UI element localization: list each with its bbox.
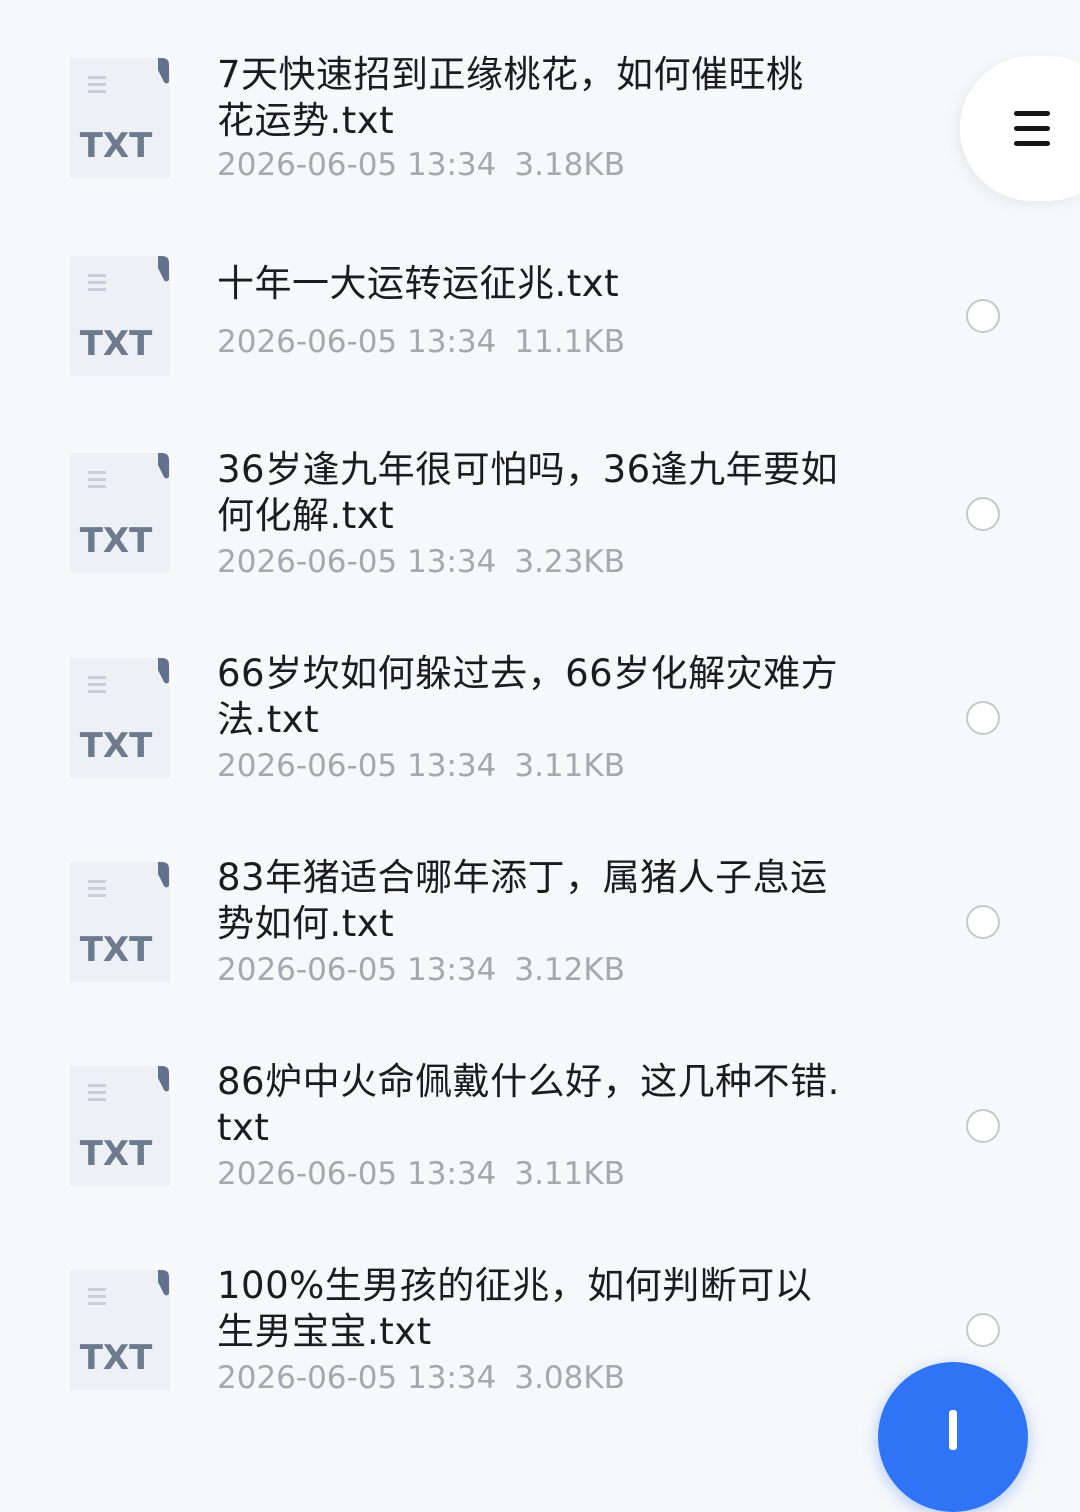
txt-badge-label: TXT	[80, 126, 153, 166]
file-date: 2026-06-05 13:34	[217, 544, 497, 580]
file-date: 2026-06-05 13:34	[217, 748, 497, 784]
file-meta: 2026-06-05 13:34 3.11KB	[217, 748, 625, 784]
file-list-item[interactable]: TXT 83年猪适合哪年添丁，属猪人子息运 势如何.txt 2026-06-05…	[0, 814, 1080, 1018]
file-title: 36岁逢九年很可怕吗，36逢九年要如 何化解.txt	[217, 448, 839, 537]
txt-badge-label: TXT	[80, 521, 153, 561]
file-list-item[interactable]: TXT 36岁逢九年很可怕吗，36逢九年要如 何化解.txt 2026-06-0…	[0, 405, 1080, 610]
file-date: 2026-06-05 13:34	[217, 324, 497, 360]
file-size: 11.1KB	[514, 324, 625, 360]
select-radio[interactable]	[966, 905, 1000, 939]
file-list-item[interactable]: TXT 十年一大运转运征兆.txt 2026-06-05 13:34 11.1KB	[0, 205, 1080, 405]
file-size: 3.23KB	[514, 544, 625, 580]
file-date: 2026-06-05 13:34	[217, 952, 497, 988]
file-meta: 2026-06-05 13:34 3.23KB	[217, 544, 625, 580]
txt-badge-label: TXT	[80, 930, 153, 970]
txt-file-icon: TXT	[70, 256, 170, 376]
file-meta: 2026-06-05 13:34 3.08KB	[217, 1360, 625, 1396]
txt-file-icon: TXT	[70, 1066, 170, 1186]
txt-file-icon: TXT	[70, 453, 170, 573]
file-size: 3.08KB	[514, 1360, 625, 1396]
select-radio[interactable]	[966, 1313, 1000, 1347]
file-list: TXT 7天快速招到正缘桃花，如何催旺桃 花运势.txt 2026-06-05 …	[0, 0, 1080, 1423]
file-size: 3.11KB	[514, 1156, 625, 1192]
hamburger-menu-icon[interactable]	[1014, 111, 1050, 147]
file-title: 86炉中火命佩戴什么好，这几种不错. txt	[217, 1060, 840, 1149]
file-date: 2026-06-05 13:34	[217, 147, 497, 183]
txt-file-icon: TXT	[70, 658, 170, 778]
file-date: 2026-06-05 13:34	[217, 1360, 497, 1396]
file-title: 66岁坎如何躲过去，66岁化解灾难方 法.txt	[217, 652, 839, 741]
file-title: 100%生男孩的征兆，如何判断可以 生男宝宝.txt	[217, 1264, 813, 1353]
file-size: 3.12KB	[514, 952, 625, 988]
file-title: 83年猪适合哪年添丁，属猪人子息运 势如何.txt	[217, 856, 828, 945]
file-size: 3.18KB	[514, 147, 625, 183]
file-meta: 2026-06-05 13:34 3.12KB	[217, 952, 625, 988]
txt-badge-label: TXT	[80, 1338, 153, 1378]
select-radio[interactable]	[966, 497, 1000, 531]
txt-badge-label: TXT	[80, 1134, 153, 1174]
file-date: 2026-06-05 13:34	[217, 1156, 497, 1192]
txt-badge-label: TXT	[80, 726, 153, 766]
txt-file-icon: TXT	[70, 862, 170, 982]
select-radio[interactable]	[966, 1109, 1000, 1143]
file-meta: 2026-06-05 13:34 3.11KB	[217, 1156, 625, 1192]
txt-file-icon: TXT	[70, 1270, 170, 1390]
file-list-item[interactable]: TXT 66岁坎如何躲过去，66岁化解灾难方 法.txt 2026-06-05 …	[0, 610, 1080, 814]
plus-icon	[949, 1410, 957, 1450]
file-meta: 2026-06-05 13:34 11.1KB	[217, 324, 625, 360]
file-size: 3.11KB	[514, 748, 625, 784]
select-radio[interactable]	[966, 299, 1000, 333]
add-button[interactable]	[878, 1362, 1028, 1512]
txt-file-icon: TXT	[70, 58, 170, 178]
file-title: 十年一大运转运征兆.txt	[217, 262, 620, 305]
file-list-item[interactable]: TXT 7天快速招到正缘桃花，如何催旺桃 花运势.txt 2026-06-05 …	[0, 0, 1080, 205]
file-meta: 2026-06-05 13:34 3.18KB	[217, 147, 625, 183]
select-radio[interactable]	[966, 701, 1000, 735]
file-list-item[interactable]: TXT 86炉中火命佩戴什么好，这几种不错. txt 2026-06-05 13…	[0, 1018, 1080, 1222]
file-title: 7天快速招到正缘桃花，如何催旺桃 花运势.txt	[217, 53, 804, 142]
txt-badge-label: TXT	[80, 324, 153, 364]
